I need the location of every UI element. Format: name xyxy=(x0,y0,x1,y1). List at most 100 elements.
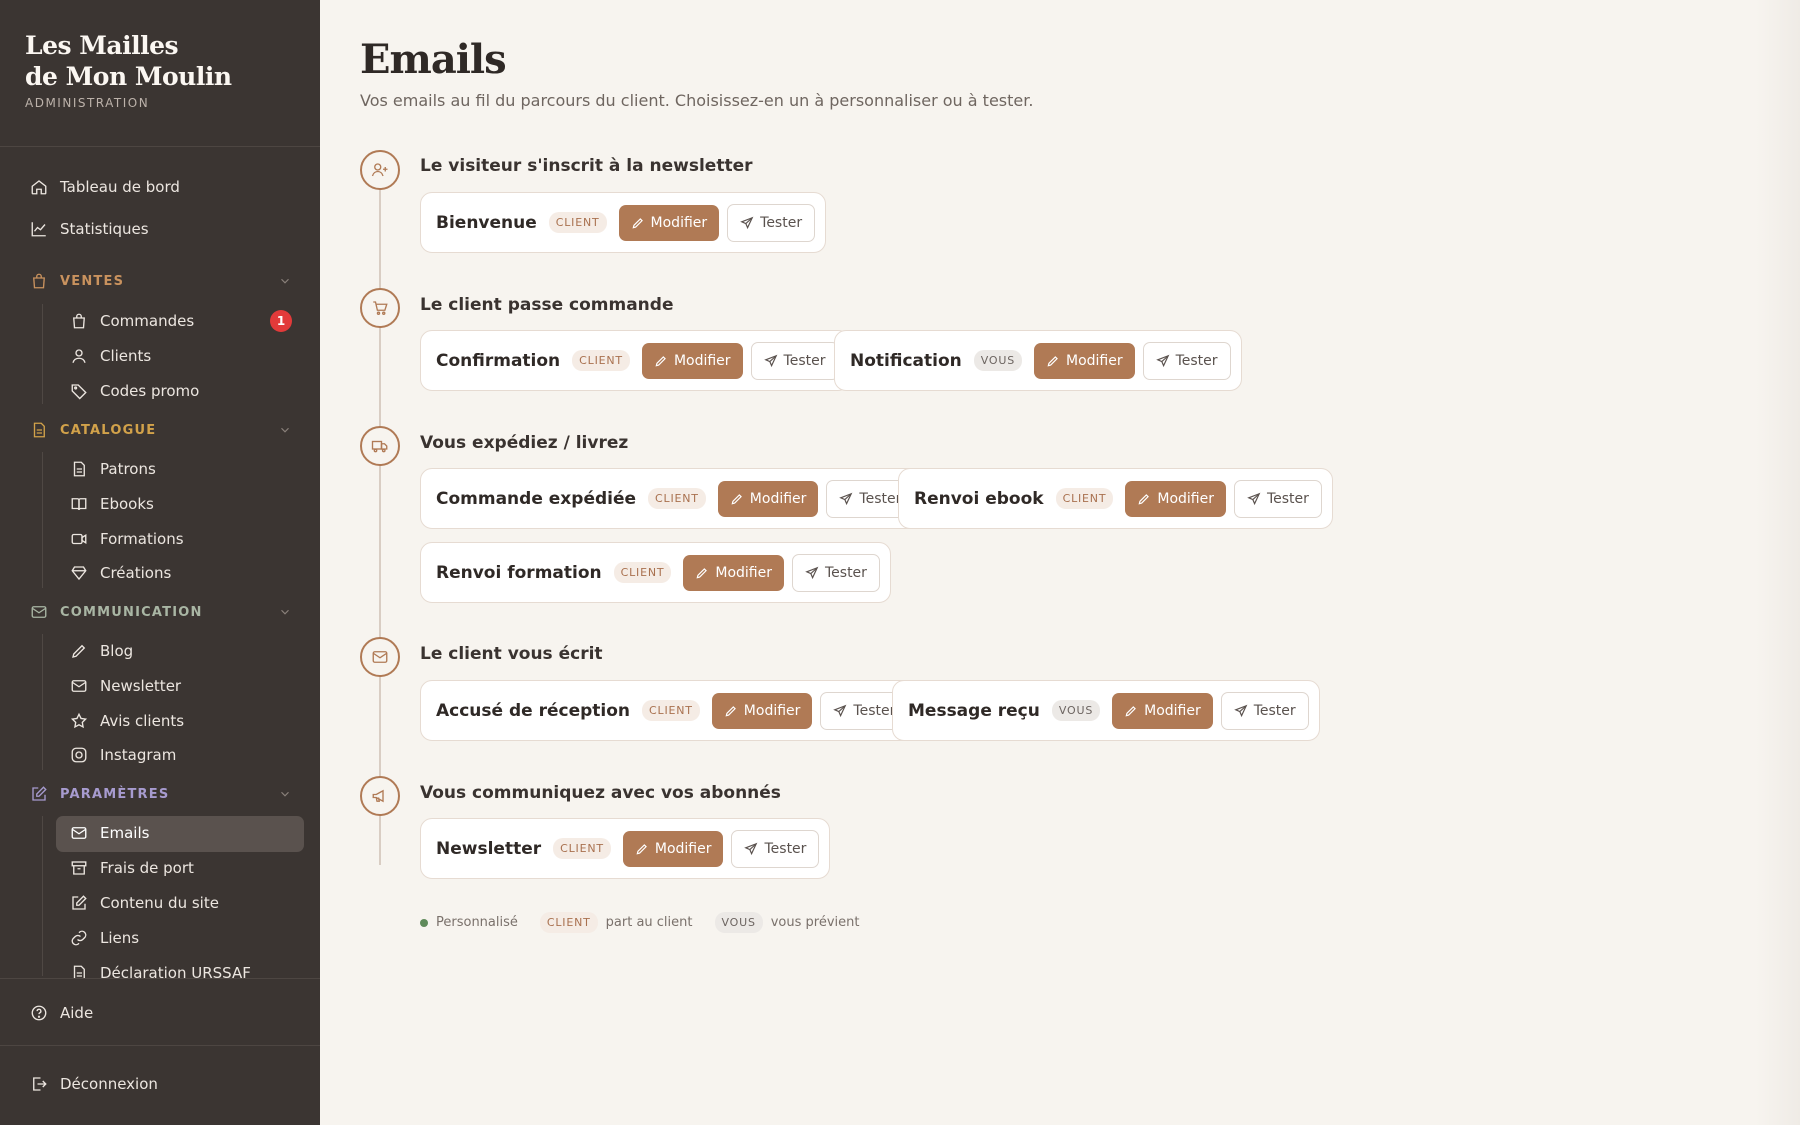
modify-button[interactable]: Modifier xyxy=(622,830,724,867)
step-title: Le client vous écrit xyxy=(420,644,603,664)
modify-label: Modifier xyxy=(673,352,731,369)
test-button[interactable]: Tester xyxy=(1142,341,1231,380)
nav-ebooks[interactable]: Ebooks xyxy=(70,487,300,521)
client-tag: CLIENT xyxy=(613,562,672,583)
book-icon xyxy=(70,495,88,513)
test-button[interactable]: Tester xyxy=(1233,479,1322,518)
modify-label: Modifier xyxy=(743,702,801,719)
pen-icon xyxy=(70,642,88,660)
modify-button[interactable]: Modifier xyxy=(683,554,784,591)
modify-button[interactable]: Modifier xyxy=(717,480,819,517)
modify-label: Modifier xyxy=(650,214,708,231)
section-catalogue[interactable]: CATALOGUE xyxy=(30,416,292,444)
test-button[interactable]: Tester xyxy=(731,829,820,868)
section-label: COMMUNICATION xyxy=(60,604,203,620)
nav-emails[interactable]: Emails xyxy=(70,816,300,850)
mail-icon xyxy=(70,677,88,695)
step-title: Vous expédiez / livrez xyxy=(420,433,629,453)
link-icon xyxy=(70,929,88,947)
modify-button[interactable]: Modifier xyxy=(1112,692,1213,729)
scroll-shade xyxy=(1756,0,1800,1125)
cart-icon xyxy=(373,301,388,315)
modify-button[interactable]: Modifier xyxy=(1125,480,1226,517)
client-tag: CLIENT xyxy=(1055,488,1114,509)
section-parametres[interactable]: PARAMÈTRES xyxy=(30,780,292,808)
chevron-down-icon xyxy=(278,787,292,801)
nav-aide[interactable]: Aide xyxy=(30,996,300,1030)
brand-subtitle: ADMINISTRATION xyxy=(25,96,150,110)
email-name: Confirmation xyxy=(436,350,561,371)
client-tag: CLIENT xyxy=(648,488,706,509)
megaphone-icon xyxy=(372,789,384,803)
nav-tableau-de-bord[interactable]: Tableau de bord xyxy=(30,170,300,204)
test-button[interactable]: Tester xyxy=(750,341,839,380)
nav-contenu-du-site[interactable]: Contenu du site xyxy=(70,886,300,920)
box-icon xyxy=(70,859,88,877)
nav-newsletter[interactable]: Newsletter xyxy=(70,669,300,703)
test-label: Tester xyxy=(1175,352,1218,369)
nav-avis-clients[interactable]: Avis clients xyxy=(70,704,300,738)
brand-name-line2: de Mon Moulin xyxy=(25,62,232,91)
nav-patrons[interactable]: Patrons xyxy=(70,452,300,486)
email-name: Bienvenue xyxy=(436,212,537,233)
document-icon xyxy=(70,460,88,478)
nav-deconnexion[interactable]: Déconnexion xyxy=(30,1067,300,1101)
nav-clients[interactable]: Clients xyxy=(70,339,300,373)
nav-codes-promo[interactable]: Codes promo xyxy=(70,374,300,408)
send-icon xyxy=(1247,492,1261,505)
pencil-icon xyxy=(1125,705,1137,716)
nav-declaration-urssaf[interactable]: Déclaration URSSAF xyxy=(70,956,300,979)
instagram-icon xyxy=(70,746,88,764)
test-button[interactable]: Tester xyxy=(1220,691,1309,730)
step-icon-circle xyxy=(360,637,400,677)
email-name: Accusé de réception xyxy=(436,700,631,721)
modify-button[interactable]: Modifier xyxy=(618,204,720,241)
customized-dot xyxy=(420,918,428,927)
sub-rail xyxy=(42,304,43,404)
modify-label: Modifier xyxy=(1065,352,1123,369)
email-name: Renvoi formation xyxy=(436,562,602,583)
star-icon xyxy=(70,712,88,730)
chart-line-icon xyxy=(30,220,48,238)
nav-statistiques[interactable]: Statistiques xyxy=(30,212,300,246)
modify-button[interactable]: Modifier xyxy=(641,342,743,379)
nav-frais-de-port[interactable]: Frais de port xyxy=(70,851,300,885)
step-icon-circle xyxy=(360,150,400,190)
nav-label: Déclaration URSSAF xyxy=(100,964,251,979)
sidebar-divider xyxy=(0,146,320,147)
pencil-icon xyxy=(731,493,742,504)
bag-icon xyxy=(30,272,48,290)
nav-label: Avis clients xyxy=(100,712,185,730)
test-label: Tester xyxy=(1266,490,1309,507)
nav-formations[interactable]: Formations xyxy=(70,522,300,556)
test-label: Tester xyxy=(783,352,826,369)
nav-label: Patrons xyxy=(100,460,156,478)
brand: Les Mailles de Mon Moulin ADMINISTRATION xyxy=(25,30,232,110)
modify-button[interactable]: Modifier xyxy=(1033,342,1135,379)
section-communication[interactable]: COMMUNICATION xyxy=(30,598,292,626)
step-icon-circle xyxy=(360,776,400,816)
nav-instagram[interactable]: Instagram xyxy=(70,738,300,772)
test-label: Tester xyxy=(764,840,807,857)
nav-liens[interactable]: Liens xyxy=(70,921,300,955)
step-title: Le visiteur s'inscrit à la newsletter xyxy=(420,156,753,176)
sidebar-divider xyxy=(0,978,320,979)
email-card-accuse-de-reception: Accusé de réception CLIENT Modifier Test… xyxy=(420,680,920,741)
pencil-icon xyxy=(636,843,647,854)
nav-commandes[interactable]: Commandes 1 xyxy=(70,304,300,338)
main-content: Emails Vos emails au fil du parcours du … xyxy=(320,0,1800,1125)
section-ventes[interactable]: VENTES xyxy=(30,267,292,295)
home-icon xyxy=(30,178,48,196)
test-button[interactable]: Tester xyxy=(727,203,816,242)
nav-creations[interactable]: Créations xyxy=(70,556,300,590)
modify-label: Modifier xyxy=(1144,702,1201,719)
nav-label: Contenu du site xyxy=(100,894,219,912)
sub-rail xyxy=(42,452,43,588)
document-icon xyxy=(30,421,48,439)
user-plus-icon xyxy=(371,163,388,177)
sub-rail xyxy=(42,816,43,976)
test-button[interactable]: Tester xyxy=(791,553,880,592)
modify-button[interactable]: Modifier xyxy=(711,692,813,729)
vous-tag: VOUS xyxy=(973,350,1022,371)
nav-blog[interactable]: Blog xyxy=(70,634,300,668)
